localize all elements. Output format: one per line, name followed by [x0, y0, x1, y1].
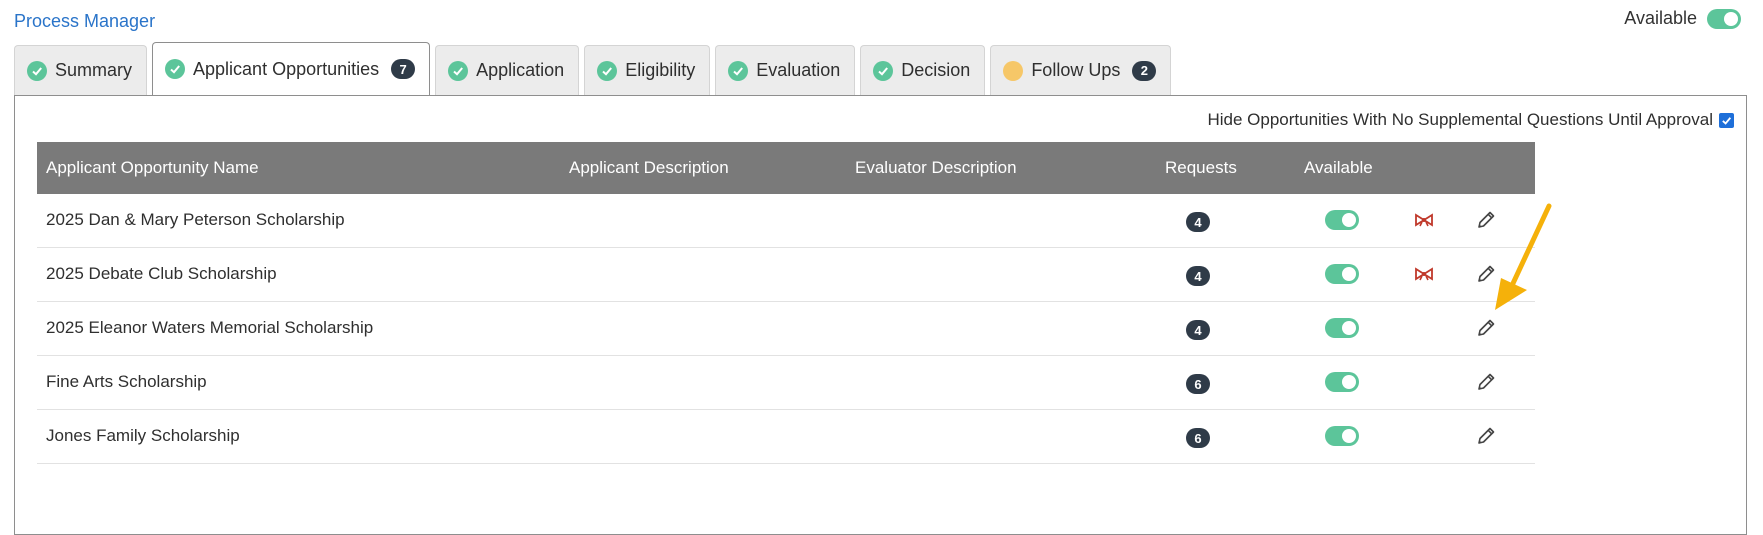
pending-circle-icon [1003, 60, 1024, 81]
availability-switch: Available [1624, 8, 1741, 29]
annotation-arrow-icon [1495, 203, 1552, 310]
tab-label: Follow Ups [1031, 60, 1121, 80]
tab-label: Eligibility [625, 60, 696, 80]
tab-label: Applicant Opportunities [193, 58, 380, 79]
tab-evaluation[interactable]: Evaluation [715, 45, 856, 95]
opportunity-name: Fine Arts Scholarship [46, 372, 207, 391]
check-circle-icon [597, 60, 618, 81]
column-header-evaluator-description[interactable]: Evaluator Description [855, 158, 1017, 178]
tab-eligibility[interactable]: Eligibility [584, 45, 711, 95]
available-toggle[interactable] [1325, 426, 1359, 446]
column-header-name[interactable]: Applicant Opportunity Name [46, 158, 259, 178]
tab-summary[interactable]: Summary [14, 45, 148, 95]
availability-toggle[interactable] [1707, 8, 1741, 29]
table-row: 2025 Debate Club Scholarship 4 [37, 248, 1535, 302]
opportunity-name: 2025 Dan & Mary Peterson Scholarship [46, 210, 345, 229]
tab-decision[interactable]: Decision [860, 45, 986, 95]
available-toggle[interactable] [1325, 318, 1359, 338]
requests-count-badge: 6 [1186, 428, 1210, 448]
ribbon-icon[interactable] [1414, 266, 1434, 286]
tab-label: Summary [55, 60, 133, 80]
tab-count-badge: 2 [1132, 60, 1157, 81]
check-circle-icon [165, 59, 186, 79]
tab-application[interactable]: Application [435, 45, 580, 95]
hide-opportunities-label: Hide Opportunities With No Supplemental … [1207, 110, 1713, 129]
table-body: 2025 Dan & Mary Peterson Scholarship 4 202… [37, 194, 1535, 464]
opportunities-table: Applicant Opportunity Name Applicant Des… [37, 142, 1535, 464]
requests-count-badge: 4 [1186, 212, 1210, 232]
top-bar: Process Manager Available [0, 0, 1763, 40]
tab-label: Application [476, 60, 565, 80]
checkmark-icon [1722, 116, 1732, 125]
table-row: Jones Family Scholarship 6 [37, 410, 1535, 464]
table-row: 2025 Dan & Mary Peterson Scholarship 4 [37, 194, 1535, 248]
column-header-available[interactable]: Available [1304, 158, 1373, 178]
tab-bar: Summary Applicant Opportunities 7 Applicati… [14, 42, 1176, 95]
availability-label: Available [1624, 8, 1697, 28]
table-row: Fine Arts Scholarship 6 [37, 356, 1535, 410]
hide-opportunities-option: Hide Opportunities With No Supplemental … [1207, 110, 1734, 130]
available-toggle[interactable] [1325, 264, 1359, 284]
tab-applicant-opportunities[interactable]: Applicant Opportunities 7 [152, 42, 431, 95]
table-row: 2025 Eleanor Waters Memorial Scholarship… [37, 302, 1535, 356]
edit-pencil-icon[interactable] [1475, 425, 1497, 452]
process-manager-link[interactable]: Process Manager [14, 11, 155, 32]
requests-count-badge: 4 [1186, 266, 1210, 286]
opportunity-name: 2025 Debate Club Scholarship [46, 264, 277, 283]
tab-follow-ups[interactable]: Follow Ups 2 [990, 45, 1172, 95]
tab-label: Evaluation [756, 60, 841, 80]
check-circle-icon [27, 60, 47, 81]
check-circle-icon [448, 60, 469, 81]
available-toggle[interactable] [1325, 210, 1359, 230]
edit-pencil-icon[interactable] [1475, 317, 1497, 344]
requests-count-badge: 4 [1186, 320, 1210, 340]
requests-count-badge: 6 [1186, 374, 1210, 394]
column-header-applicant-description[interactable]: Applicant Description [569, 158, 729, 178]
available-toggle[interactable] [1325, 372, 1359, 392]
check-circle-icon [873, 60, 894, 81]
table-header: Applicant Opportunity Name Applicant Des… [37, 142, 1535, 194]
check-circle-icon [728, 60, 749, 81]
tab-count-badge: 7 [391, 59, 416, 79]
column-header-requests[interactable]: Requests [1165, 158, 1237, 178]
hide-opportunities-checkbox[interactable] [1719, 112, 1734, 128]
ribbon-icon[interactable] [1414, 212, 1434, 232]
opportunity-name: Jones Family Scholarship [46, 426, 240, 445]
edit-pencil-icon[interactable] [1475, 371, 1497, 398]
tab-label: Decision [901, 60, 971, 80]
opportunity-name: 2025 Eleanor Waters Memorial Scholarship [46, 318, 374, 337]
